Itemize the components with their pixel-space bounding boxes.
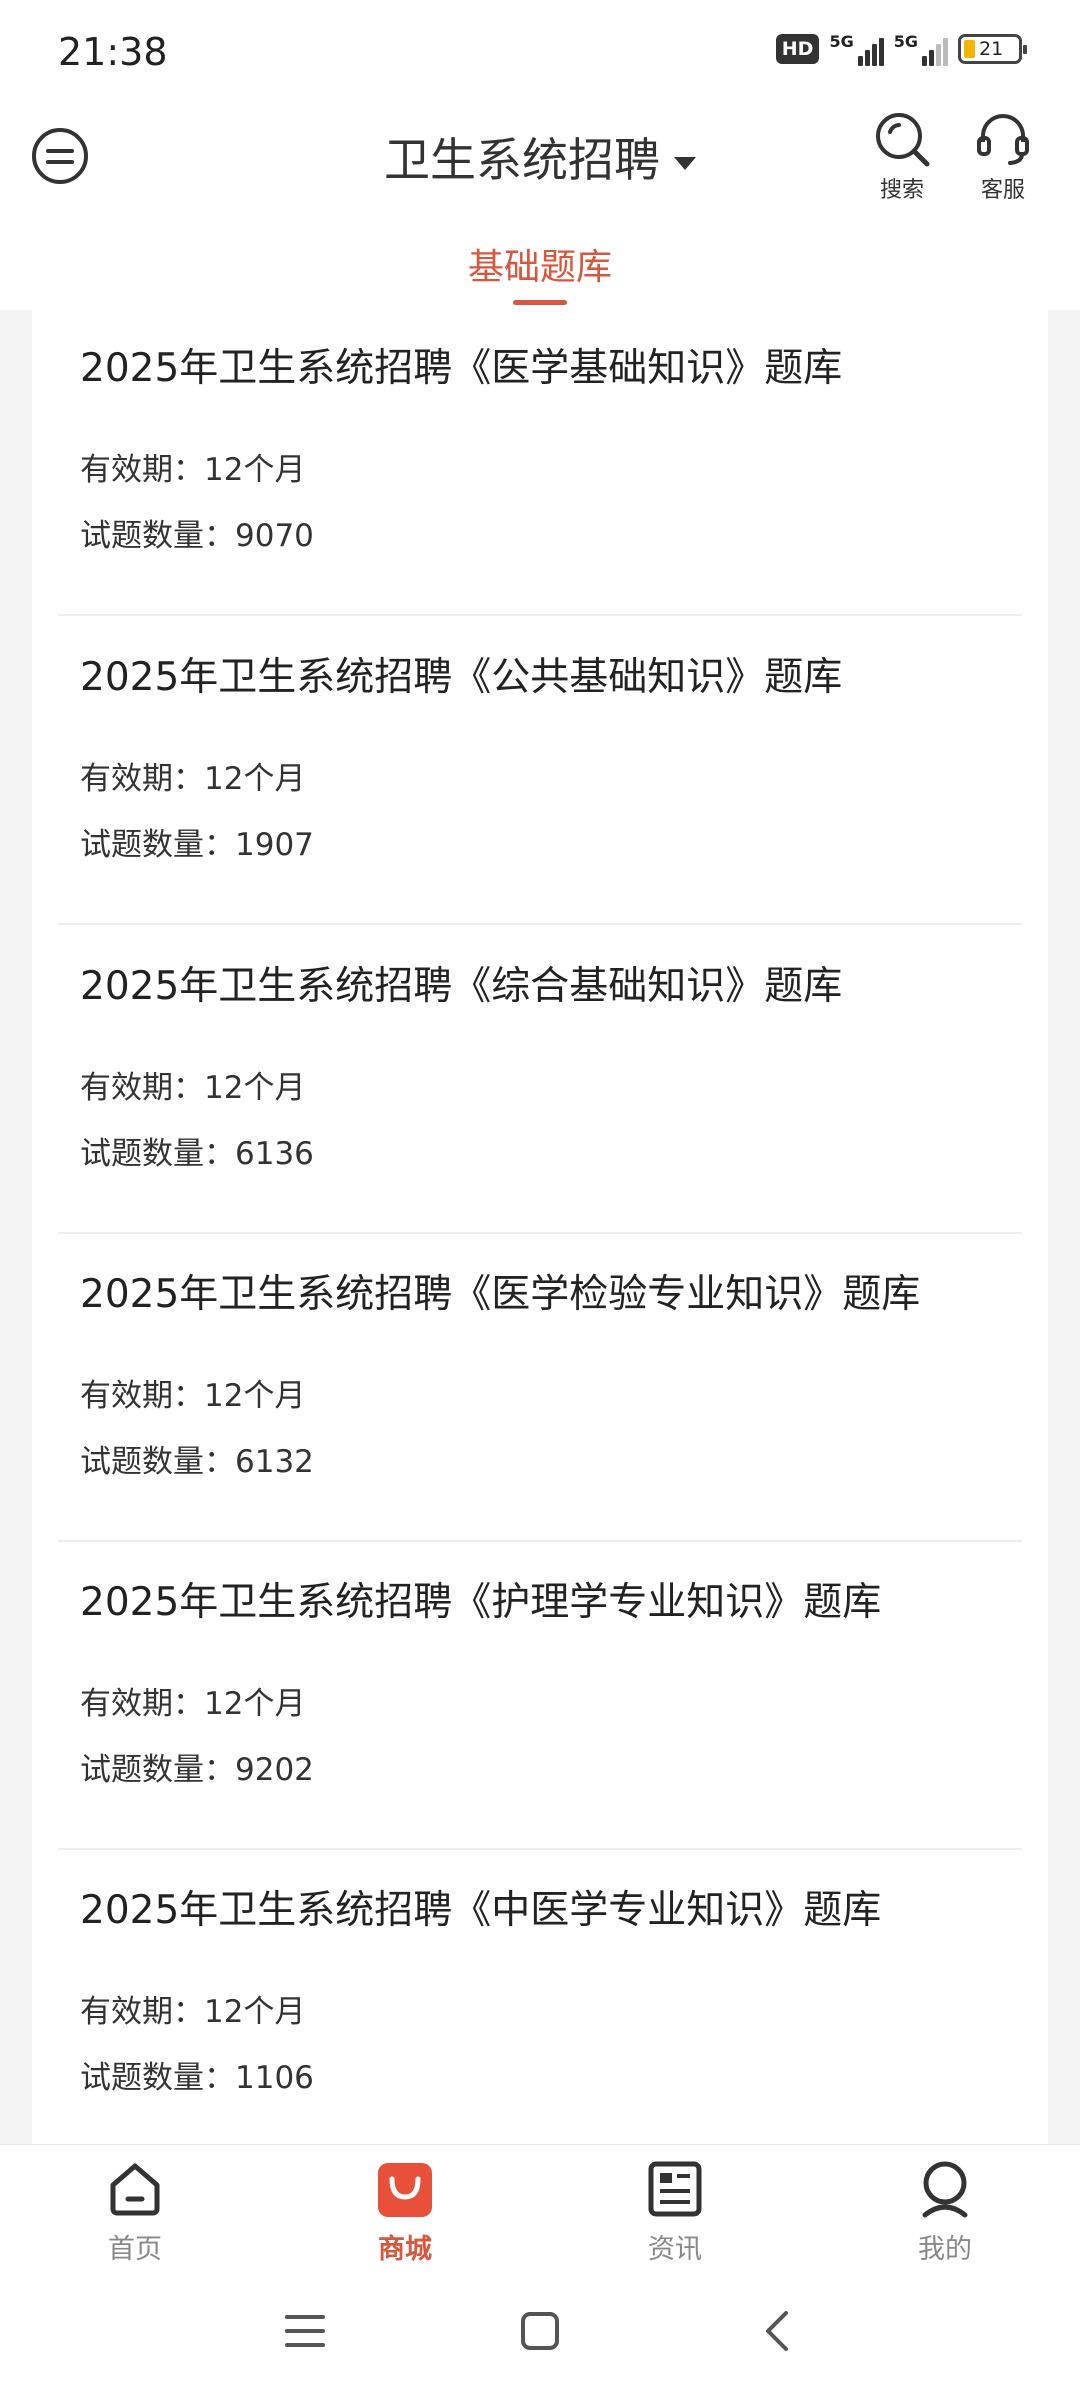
network-type-label: 5G bbox=[829, 32, 854, 51]
system-nav-bar bbox=[0, 2279, 1080, 2401]
back-arrow-icon bbox=[766, 2311, 788, 2351]
caret-down-icon bbox=[674, 157, 696, 170]
item-count: 试题数量：1106 bbox=[80, 2060, 314, 2096]
signal-icon-sim1: 5G bbox=[829, 32, 884, 66]
tab-basic-question-bank[interactable]: 基础题库 bbox=[0, 238, 1080, 290]
item-title: 2025年卫生系统招聘《综合基础知识》题库 bbox=[80, 964, 843, 1009]
item-title: 2025年卫生系统招聘《公共基础知识》题库 bbox=[80, 655, 843, 700]
home-button[interactable] bbox=[518, 2309, 562, 2357]
battery-level: 21 bbox=[979, 38, 1004, 60]
network-type-label: 5G bbox=[893, 32, 918, 51]
shopping-bag-icon bbox=[378, 2163, 432, 2217]
nav-mine-label: 我的 bbox=[918, 2234, 972, 2265]
item-title: 2025年卫生系统招聘《护理学专业知识》题库 bbox=[80, 1580, 882, 1625]
item-count: 试题数量：1907 bbox=[80, 827, 314, 863]
nav-mall[interactable]: 商城 bbox=[345, 2159, 465, 2266]
nav-mall-label: 商城 bbox=[378, 2234, 432, 2265]
item-title: 2025年卫生系统招聘《中医学专业知识》题库 bbox=[80, 1888, 882, 1933]
menu-lines-icon bbox=[285, 2315, 325, 2347]
service-label: 客服 bbox=[980, 178, 1025, 203]
back-button[interactable] bbox=[756, 2309, 800, 2357]
news-icon bbox=[648, 2161, 702, 2217]
search-label: 搜索 bbox=[879, 178, 924, 203]
list-item[interactable]: 2025年卫生系统招聘《公共基础知识》题库 有效期：12个月 试题数量：1907 bbox=[58, 616, 1022, 925]
item-count: 试题数量：6132 bbox=[80, 1444, 314, 1480]
item-count: 试题数量：6136 bbox=[80, 1136, 314, 1172]
item-count: 试题数量：9202 bbox=[80, 1752, 314, 1788]
list-item[interactable]: 2025年卫生系统招聘《医学基础知识》题库 有效期：12个月 试题数量：9070 bbox=[58, 310, 1022, 616]
item-validity: 有效期：12个月 bbox=[80, 1378, 306, 1414]
recent-apps-button[interactable] bbox=[283, 2309, 327, 2357]
tab-indicator bbox=[513, 300, 567, 305]
list-item[interactable]: 2025年卫生系统招聘《综合基础知识》题库 有效期：12个月 试题数量：6136 bbox=[58, 925, 1022, 1234]
item-validity: 有效期：12个月 bbox=[80, 1070, 306, 1106]
item-validity: 有效期：12个月 bbox=[80, 1686, 306, 1722]
nav-news-label: 资讯 bbox=[648, 2234, 702, 2265]
item-title: 2025年卫生系统招聘《医学检验专业知识》题库 bbox=[80, 1272, 921, 1317]
nav-mine[interactable]: 我的 bbox=[885, 2159, 1005, 2266]
hd-voice-icon: HD bbox=[775, 34, 820, 64]
headset-icon bbox=[977, 114, 1029, 165]
square-icon bbox=[521, 2312, 559, 2350]
customer-service-button[interactable]: 客服 bbox=[963, 110, 1043, 204]
page-title: 卫生系统招聘 bbox=[384, 133, 660, 187]
list-item[interactable]: 2025年卫生系统招聘《医学检验专业知识》题库 有效期：12个月 试题数量：61… bbox=[58, 1233, 1022, 1542]
list-item[interactable]: 2025年卫生系统招聘《中医学专业知识》题库 有效期：12个月 试题数量：110… bbox=[58, 1849, 1022, 2144]
status-bar: 21:38 HD 5G 5G 21 bbox=[0, 0, 1080, 100]
status-time: 21:38 bbox=[58, 30, 168, 74]
item-title: 2025年卫生系统招聘《医学基础知识》题库 bbox=[80, 346, 843, 391]
battery-icon: 21 bbox=[958, 34, 1027, 64]
home-icon bbox=[110, 2163, 160, 2216]
item-count: 试题数量：9070 bbox=[80, 518, 314, 554]
nav-home-label: 首页 bbox=[108, 2234, 162, 2265]
question-bank-list: 2025年卫生系统招聘《医学基础知识》题库 有效期：12个月 试题数量：9070… bbox=[32, 310, 1048, 2144]
item-validity: 有效期：12个月 bbox=[80, 761, 306, 797]
nav-news[interactable]: 资讯 bbox=[615, 2159, 735, 2266]
item-validity: 有效期：12个月 bbox=[80, 452, 306, 488]
item-validity: 有效期：12个月 bbox=[80, 1994, 306, 2030]
status-icons: HD 5G 5G 21 bbox=[775, 32, 1027, 66]
signal-icon-sim2: 5G bbox=[894, 32, 948, 66]
nav-home[interactable]: 首页 bbox=[75, 2159, 195, 2266]
app-header: 卫生系统招聘 搜索 客服 基础题库 bbox=[0, 100, 1080, 310]
profile-icon bbox=[922, 2161, 968, 2218]
search-button[interactable]: 搜索 bbox=[862, 110, 942, 204]
search-icon bbox=[876, 113, 930, 167]
bottom-nav: 首页 商城 资讯 我的 bbox=[0, 2144, 1080, 2279]
list-item[interactable]: 2025年卫生系统招聘《护理学专业知识》题库 有效期：12个月 试题数量：920… bbox=[58, 1541, 1022, 1850]
